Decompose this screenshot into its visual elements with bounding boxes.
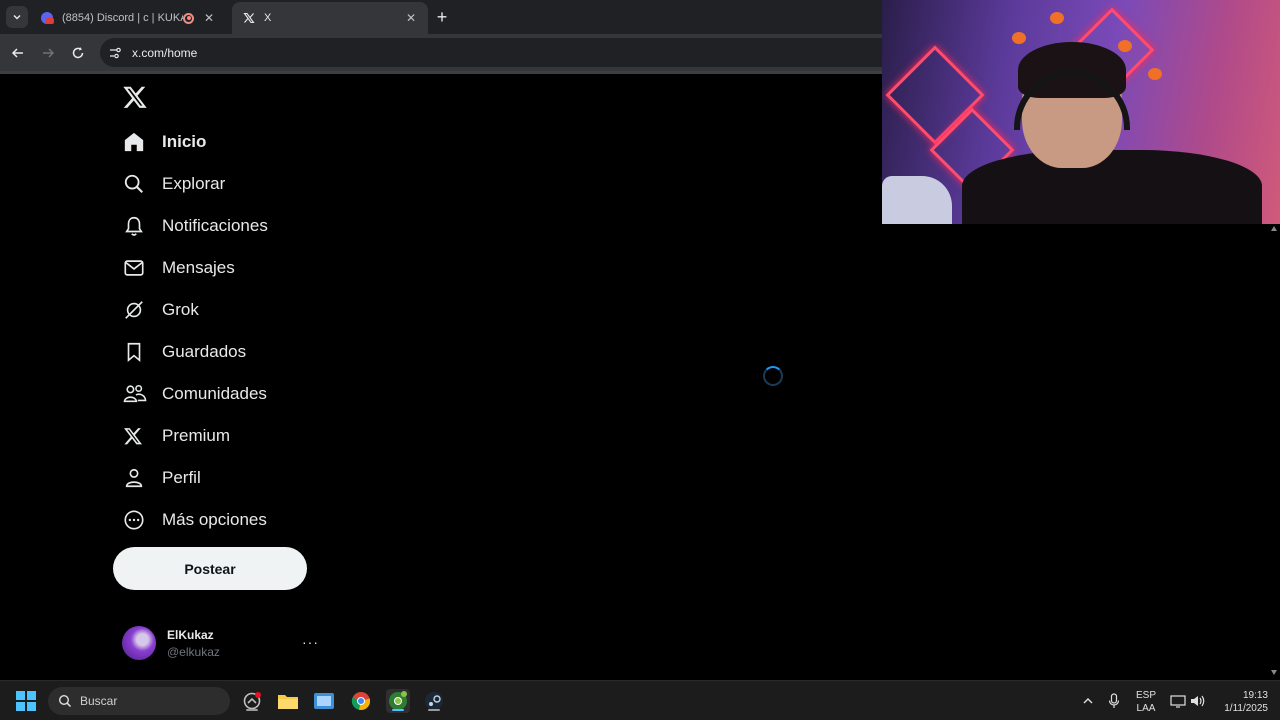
- nav-item-inicio[interactable]: Inicio: [114, 122, 314, 162]
- pumpkin-decoration: [1148, 68, 1162, 80]
- close-tab-icon[interactable]: ✕: [202, 11, 216, 25]
- nav-label: Inicio: [162, 132, 207, 151]
- language-indicator[interactable]: ESP LAA: [1134, 689, 1158, 715]
- nav-label: Mensajes: [162, 258, 235, 277]
- recording-icon: [183, 12, 194, 24]
- discord-favicon-icon: [40, 11, 54, 25]
- reload-icon: [72, 47, 84, 59]
- account-name: ElKukaz: [167, 627, 214, 642]
- tab-x[interactable]: X ✕: [232, 2, 428, 34]
- nav-item-premium[interactable]: Premium: [114, 416, 314, 456]
- more-circle-icon: [114, 500, 154, 540]
- reload-button[interactable]: [68, 43, 88, 63]
- back-button[interactable]: [8, 43, 28, 63]
- mail-icon: [114, 248, 154, 288]
- taskbar-search[interactable]: Buscar: [48, 687, 230, 715]
- nav-item-perfil[interactable]: Perfil: [114, 458, 314, 498]
- site-settings-icon[interactable]: [108, 46, 122, 60]
- taskbar-search-placeholder: Buscar: [80, 694, 118, 708]
- keyboard-layout: LAA: [1136, 703, 1156, 714]
- new-tab-button[interactable]: +: [432, 6, 452, 28]
- pumpkin-decoration: [1118, 40, 1132, 52]
- tab-title: X: [264, 12, 272, 24]
- address-url: x.com/home: [132, 45, 198, 60]
- nav-item-mas-opciones[interactable]: Más opciones: [114, 500, 314, 540]
- nav-label: Grok: [162, 300, 199, 319]
- communities-icon: [114, 374, 154, 414]
- x-logo-icon[interactable]: [122, 84, 148, 110]
- account-more-icon[interactable]: ···: [302, 634, 319, 650]
- x-favicon-icon: [242, 11, 256, 25]
- nav-label: Perfil: [162, 468, 201, 487]
- webcam-overlay: [882, 0, 1280, 224]
- bookmark-icon: [114, 332, 154, 372]
- scroll-down-icon[interactable]: [1271, 670, 1277, 675]
- running-indicator: [392, 709, 404, 711]
- steam-icon[interactable]: [422, 689, 446, 713]
- snipping-tool-icon[interactable]: [312, 689, 336, 713]
- pumpkin-decoration: [1012, 32, 1026, 44]
- nav-label: Premium: [162, 426, 231, 445]
- volume-icon[interactable]: [1186, 689, 1210, 713]
- nav-item-mensajes[interactable]: Mensajes: [114, 248, 314, 288]
- clock-date: 1/11/2025: [1224, 703, 1268, 714]
- close-tab-icon[interactable]: ✕: [404, 11, 418, 25]
- nav-item-explorar[interactable]: Explorar: [114, 164, 314, 204]
- person-icon: [114, 458, 154, 498]
- running-indicator: [246, 709, 258, 711]
- chevron-down-icon: [13, 15, 21, 20]
- account-handle: @elkukaz: [167, 644, 220, 659]
- grok-icon: [114, 290, 154, 330]
- nav-item-notificaciones[interactable]: Notificaciones: [114, 206, 314, 246]
- nav-item-guardados[interactable]: Guardados: [114, 332, 314, 372]
- windows-start-icon[interactable]: [16, 691, 36, 711]
- language-code: ESP: [1135, 690, 1156, 701]
- file-explorer-icon[interactable]: [276, 689, 300, 713]
- cloth: [882, 176, 952, 224]
- loading-spinner-icon: [763, 366, 783, 386]
- clock-time: 19:13: [1242, 690, 1268, 701]
- streamer-body: [962, 150, 1262, 224]
- search-icon: [114, 164, 154, 204]
- microphone-icon[interactable]: [1102, 689, 1126, 713]
- post-button[interactable]: Postear: [113, 547, 307, 590]
- nav-label: Comunidades: [162, 384, 267, 403]
- windows-taskbar: Buscar ESP LAA 19:13 1/11/2025: [0, 680, 1280, 720]
- nav-label: Guardados: [162, 342, 247, 361]
- nav-label: Más opciones: [162, 510, 267, 529]
- tab-discord[interactable]: (8854) Discord | c | KUKAZ / ✕: [30, 2, 226, 34]
- arrow-left-icon: [11, 48, 23, 58]
- x-logo-icon: [114, 416, 154, 456]
- chevron-up-icon[interactable]: [1076, 689, 1100, 713]
- nav-label: Notificaciones: [162, 216, 268, 235]
- account-switcher[interactable]: ElKukaz @elkukaz ···: [113, 620, 327, 666]
- search-icon: [58, 694, 72, 708]
- chrome-icon[interactable]: [349, 689, 373, 713]
- nav-label: Explorar: [162, 174, 226, 193]
- account-info: ElKukaz @elkukaz: [167, 628, 220, 659]
- steam-helper-icon[interactable]: [240, 689, 264, 713]
- bell-icon: [114, 206, 154, 246]
- home-icon: [114, 122, 154, 162]
- running-indicator: [428, 709, 440, 711]
- tab-title: (8854) Discord | c | KUKAZ /: [62, 12, 183, 24]
- address-bar[interactable]: x.com/home: [100, 38, 900, 67]
- arrow-right-icon: [43, 48, 55, 58]
- nav-item-grok[interactable]: Grok: [114, 290, 314, 330]
- tab-search-button[interactable]: [6, 6, 28, 28]
- avatar: [122, 626, 156, 660]
- forward-button[interactable]: [38, 43, 58, 63]
- scroll-up-icon[interactable]: [1271, 226, 1277, 231]
- nav-item-comunidades[interactable]: Comunidades: [114, 374, 314, 414]
- clock[interactable]: 19:13 1/11/2025: [1212, 689, 1268, 715]
- pumpkin-decoration: [1050, 12, 1064, 24]
- chrome-canary-icon[interactable]: [386, 689, 410, 713]
